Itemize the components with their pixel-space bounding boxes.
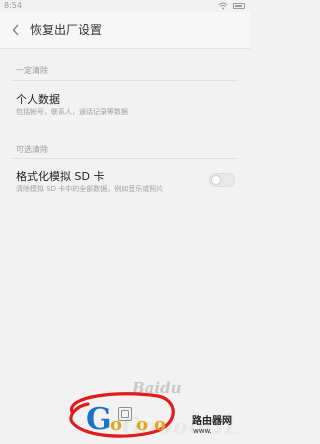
format-sd-toggle[interactable] <box>209 173 235 187</box>
format-sd-title: 格式化模拟 SD 卡 <box>16 170 105 183</box>
url-watermark: www. <box>193 427 212 435</box>
logo-letter-o: o <box>136 414 149 435</box>
logo-letter-g: G <box>86 402 112 437</box>
status-bar: 8:54 <box>0 0 250 12</box>
page-title: 恢复出厂设置 <box>30 23 103 37</box>
divider <box>12 80 238 81</box>
back-button[interactable] <box>8 21 24 39</box>
brand-watermark: 路由器网 <box>192 416 232 427</box>
section-label-optional: 可选清除 <box>16 145 48 154</box>
chevron-left-icon <box>12 24 19 36</box>
battery-icon <box>233 3 245 9</box>
title-bar: 恢复出厂设置 <box>0 12 250 49</box>
personal-data-title: 个人数据 <box>16 93 60 106</box>
logo-letter-o: o <box>154 414 167 435</box>
section-label-required: 一定清除 <box>16 66 48 75</box>
home-icon <box>121 410 129 418</box>
wifi-icon <box>218 2 228 10</box>
personal-data-subtitle: 包括帐号，联系人，通话记录等数据 <box>16 108 128 116</box>
logo-letter-o: o <box>110 414 123 435</box>
format-sd-subtitle: 清除模拟 SD 卡中的全部数据，例如音乐或照片 <box>16 185 164 193</box>
divider <box>12 158 238 159</box>
toggle-knob <box>211 175 221 185</box>
status-time: 8:54 <box>4 1 22 10</box>
